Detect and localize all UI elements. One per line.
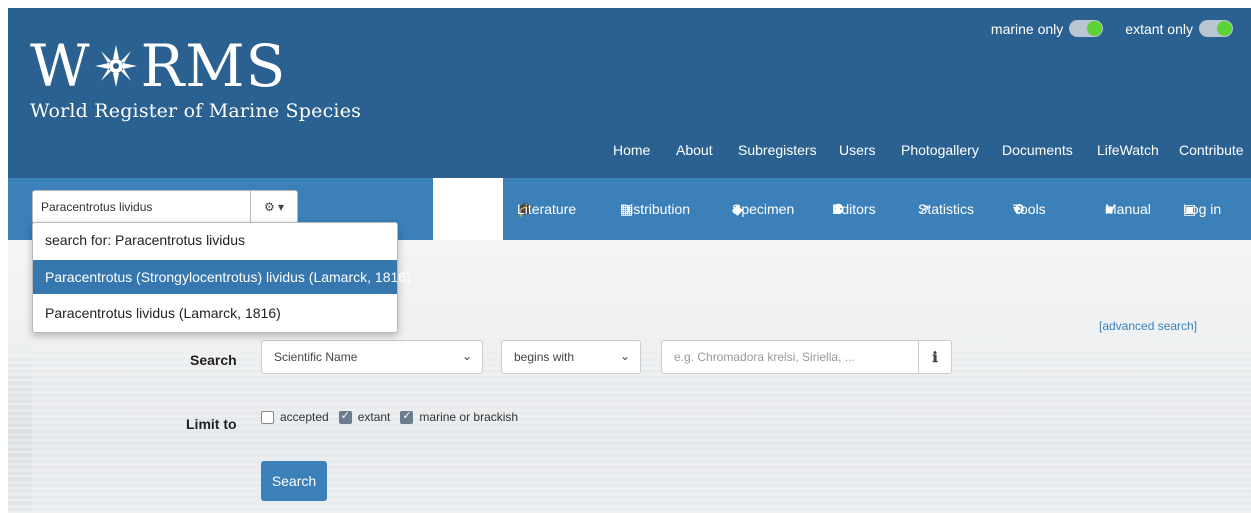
- chevron-down-icon: ⌄: [461, 349, 472, 363]
- checkbox-extant[interactable]: extant: [338, 409, 391, 424]
- nav-documents[interactable]: Documents: [1002, 142, 1073, 158]
- nav-lifewatch[interactable]: LifeWatch: [1097, 142, 1159, 158]
- checkbox-box[interactable]: [400, 409, 414, 424]
- limit-checkboxes: accepted extant marine or brackish: [261, 409, 528, 424]
- logo-subtitle: World Register of Marine Species: [30, 100, 362, 122]
- tab-label: Literature: [517, 201, 577, 217]
- nav-contribute[interactable]: Contribute: [1179, 142, 1244, 158]
- switch-knob: [1087, 21, 1103, 36]
- switch-knob: [1217, 21, 1232, 36]
- match-type-select[interactable]: begins with ⌄: [501, 340, 641, 374]
- select-value: Scientific Name: [274, 350, 358, 364]
- info-icon[interactable]: ℹ: [918, 340, 952, 374]
- tab-label: Statistics: [918, 201, 975, 217]
- quick-search-input[interactable]: Paracentrotus lividus: [32, 190, 258, 224]
- nav-about[interactable]: About: [676, 142, 713, 158]
- tab-label: Manual: [1105, 201, 1151, 217]
- logo-wordmark: W RMS: [30, 36, 361, 96]
- dropdown-item-lamarck[interactable]: Paracentrotus lividus (Lamarck, 1816): [33, 296, 397, 330]
- nav-users[interactable]: Users: [839, 142, 876, 158]
- logo-letter-w: W: [30, 32, 91, 100]
- tab-label: Taxa: [468, 201, 498, 217]
- extant-only-switch[interactable]: [1199, 20, 1233, 37]
- worms-logo[interactable]: W RMS World Register of Marine Species: [30, 36, 361, 122]
- nav-subregisters[interactable]: Subregisters: [738, 142, 817, 158]
- tab-taxa[interactable]: Q Taxa: [433, 178, 503, 240]
- marine-only-switch[interactable]: [1069, 20, 1104, 37]
- advanced-search-link[interactable]: [advanced search]: [1099, 319, 1197, 333]
- checkbox-label: marine or brackish: [419, 410, 519, 424]
- checkbox-box[interactable]: [338, 409, 352, 424]
- scientific-name-input[interactable]: e.g. Chromadora kreisi, Siriella, ...: [661, 340, 919, 374]
- extant-only-toggle-group[interactable]: extant only: [1125, 20, 1233, 37]
- checkbox-label: accepted: [280, 410, 329, 424]
- dropdown-item-search-for[interactable]: search for: Paracentrotus lividus: [33, 223, 397, 257]
- nav-home[interactable]: Home: [613, 142, 650, 158]
- top-navigation: Home About Subregisters Users Photogalle…: [8, 142, 1251, 166]
- checkbox-box[interactable]: [261, 410, 274, 424]
- tab-label: Distribution: [620, 201, 691, 217]
- search-button[interactable]: Search: [261, 461, 327, 501]
- tab-label: Editors: [832, 201, 876, 217]
- marine-only-label: marine only: [990, 20, 1064, 37]
- search-label: Search: [190, 352, 237, 368]
- caret-down-icon: ▾: [1013, 201, 1021, 217]
- starfish-icon: [94, 45, 137, 87]
- nav-photogallery[interactable]: Photogallery: [901, 142, 979, 158]
- search-options-button[interactable]: ⚙ ▾: [250, 190, 298, 224]
- checkbox-accepted[interactable]: accepted: [261, 410, 329, 424]
- site-header: W RMS World Register of Marine Species m…: [8, 8, 1251, 178]
- tab-label: Log in: [1183, 201, 1222, 217]
- extant-only-label: extant only: [1125, 20, 1193, 37]
- checkbox-marine-brackish[interactable]: marine or brackish: [400, 409, 519, 424]
- marine-only-toggle-group[interactable]: marine only: [990, 20, 1104, 37]
- chevron-down-icon: ⌄: [619, 349, 630, 363]
- checkbox-label: extant: [357, 410, 391, 424]
- autocomplete-dropdown: search for: Paracentrotus lividus Parace…: [32, 222, 411, 333]
- filter-toggles: marine only extant only: [991, 20, 1233, 37]
- search-field-select[interactable]: Scientific Name ⌄: [261, 340, 483, 374]
- worms-page: W RMS World Register of Marine Species m…: [8, 8, 1251, 513]
- tab-label: Specimen: [732, 201, 795, 217]
- select-value: begins with: [514, 350, 575, 364]
- logo-letters-rms: RMS: [140, 32, 287, 100]
- limit-to-label: Limit to: [186, 416, 237, 432]
- dropdown-item-strongylocentrotus[interactable]: Paracentrotus (Strongylocentrotus) livid…: [33, 260, 411, 294]
